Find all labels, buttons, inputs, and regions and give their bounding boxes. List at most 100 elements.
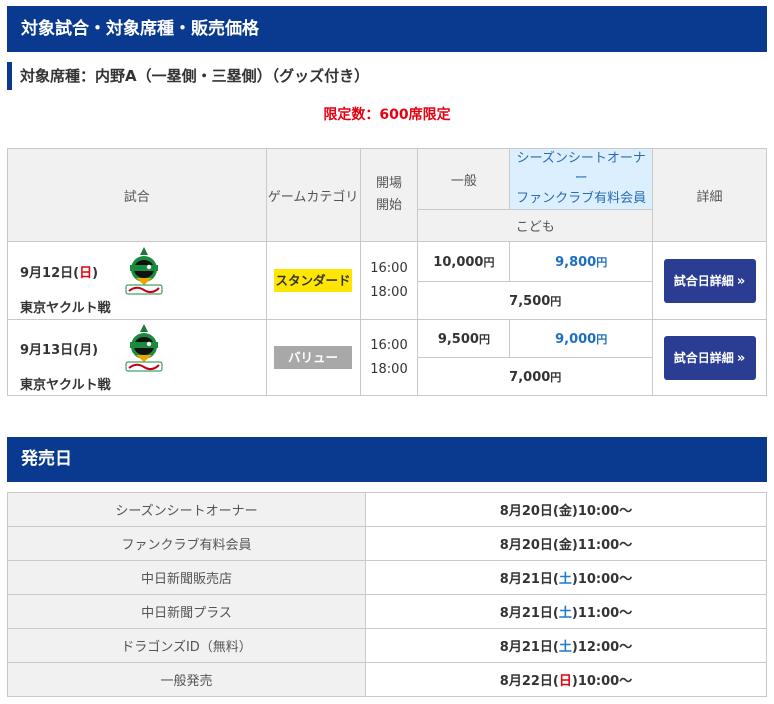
th-general: 一般 (417, 148, 511, 210)
sales-table: シーズンシートオーナー 8月20日(金)10:00～ ファンクラブ有料会員 8月… (7, 492, 767, 697)
price-child: 7,500円 (417, 281, 654, 320)
price-general-value: 9,500 (437, 331, 479, 347)
th-time: 開場 開始 (359, 148, 419, 242)
price-member-value: 9,000 (555, 331, 597, 347)
category-badge-value: バリュー (274, 346, 353, 369)
category-cell: スタンダード (265, 241, 361, 320)
sales-date-prefix: 8月20日( (499, 504, 559, 519)
price-child-value: 7,500 (509, 293, 551, 309)
game-cell: 9月12日(日) 東京ヤクルト戦 (7, 241, 267, 320)
price-general: 9,500円 (417, 319, 511, 358)
section-title-sales: 発売日 (7, 437, 767, 482)
sales-date-suffix: )11:00～ (571, 606, 633, 621)
th-detail: 詳細 (652, 148, 767, 242)
th-member: シーズンシートオーナー ファンクラブ有料会員 (509, 148, 654, 210)
game-detail-button-label: 試合日詳細 (673, 273, 734, 288)
game-cell: 9月13日(月) 東京ヤクルト戦 (7, 319, 267, 396)
game-date-suffix: ) (92, 265, 99, 281)
double-chevron-right-icon: » (736, 273, 746, 289)
th-time-open: 開場 (375, 176, 402, 191)
yen-unit: 円 (596, 255, 608, 269)
th-member-line1: シーズンシートオーナー (516, 151, 646, 186)
sales-date-prefix: 8月20日( (499, 538, 559, 553)
game-detail-button-label: 試合日詳細 (673, 350, 734, 365)
open-time: 16:00 (370, 337, 408, 353)
sales-date: 8月21日(土)10:00～ (365, 560, 767, 595)
game-date-prefix: 9月13日( (20, 342, 80, 358)
sales-row: ファンクラブ有料会員 8月20日(金)11:00～ (7, 526, 767, 561)
th-category: ゲームカテゴリ (265, 148, 361, 242)
time-cell: 16:00 18:00 (359, 241, 419, 320)
th-member-line2: ファンクラブ有料会員 (516, 191, 647, 206)
sales-date: 8月20日(金)11:00～ (365, 526, 767, 561)
sales-date: 8月20日(金)10:00～ (365, 492, 767, 527)
sales-date-prefix: 8月22日( (499, 674, 559, 689)
swallows-logo-icon (125, 247, 163, 295)
game-date: 9月12日(日) (20, 262, 120, 281)
sales-day: 土 (558, 606, 572, 621)
start-time: 18:00 (370, 284, 408, 300)
price-child: 7,000円 (417, 357, 654, 396)
sales-label: 中日新聞販売店 (7, 560, 366, 595)
th-child: こども (417, 209, 654, 242)
sales-row: 中日新聞販売店 8月21日(土)10:00～ (7, 560, 767, 595)
sales-day: 金 (558, 538, 572, 553)
opponent: 東京ヤクルト戦 (20, 301, 111, 316)
sales-date-suffix: )10:00～ (571, 572, 633, 587)
sales-label: 中日新聞プラス (7, 594, 366, 629)
time-cell: 16:00 18:00 (359, 319, 419, 396)
yen-unit: 円 (550, 294, 562, 308)
th-game: 試合 (7, 148, 267, 242)
sales-date-suffix: )10:00～ (571, 674, 633, 689)
sales-row: ドラゴンズID（無料） 8月21日(土)12:00～ (7, 628, 767, 663)
sales-date-prefix: 8月21日( (499, 606, 559, 621)
opponent: 東京ヤクルト戦 (20, 378, 111, 393)
sales-day: 金 (558, 504, 572, 519)
th-time-start: 開始 (375, 198, 402, 213)
yen-unit: 円 (478, 332, 490, 346)
page: 対象試合・対象席種・販売価格 対象席種：内野A（一塁側・三塁側）（グッズ付き） … (0, 0, 774, 704)
sales-row: シーズンシートオーナー 8月20日(金)10:00～ (7, 492, 767, 527)
seat-type-heading: 対象席種：内野A（一塁側・三塁側）（グッズ付き） (7, 62, 369, 90)
sales-row: 中日新聞プラス 8月21日(土)11:00～ (7, 594, 767, 629)
game-date-suffix: ) (92, 342, 99, 358)
sales-day: 日 (558, 674, 572, 689)
section-title-games: 対象試合・対象席種・販売価格 (7, 6, 767, 52)
detail-cell: 試合日詳細» (652, 319, 767, 396)
open-time: 16:00 (370, 260, 408, 276)
yen-unit: 円 (550, 370, 562, 384)
game-detail-button[interactable]: 試合日詳細» (663, 258, 756, 303)
games-table: 試合 ゲームカテゴリ 開場 開始 一般 シーズンシートオーナー ファンクラブ有料… (7, 148, 767, 396)
sales-date: 8月22日(日)10:00～ (365, 662, 767, 697)
limit-notice: 限定数：600席限定 (323, 107, 451, 123)
sales-day: 土 (558, 640, 572, 655)
game-date: 9月13日(月) (20, 339, 120, 358)
sales-label: 一般発売 (7, 662, 366, 697)
sales-day: 土 (558, 572, 572, 587)
sales-date-suffix: )10:00～ (571, 504, 633, 519)
category-cell: バリュー (265, 319, 361, 396)
swallows-logo-icon (125, 324, 163, 372)
game-date-prefix: 9月12日( (20, 265, 80, 281)
sales-label: ドラゴンズID（無料） (7, 628, 366, 663)
sales-label: シーズンシートオーナー (7, 492, 366, 527)
sales-date-suffix: )11:00～ (571, 538, 633, 553)
price-member-value: 9,800 (555, 254, 597, 270)
sales-date-prefix: 8月21日( (499, 572, 559, 587)
price-child-value: 7,000 (509, 369, 551, 385)
sales-label: ファンクラブ有料会員 (7, 526, 366, 561)
detail-cell: 試合日詳細» (652, 241, 767, 320)
game-day: 月 (79, 342, 93, 358)
double-chevron-right-icon: » (736, 350, 746, 366)
sales-date: 8月21日(土)12:00～ (365, 628, 767, 663)
price-general-value: 10,000 (433, 254, 484, 270)
game-detail-button[interactable]: 試合日詳細» (663, 335, 756, 380)
sales-date: 8月21日(土)11:00～ (365, 594, 767, 629)
sales-date-prefix: 8月21日( (499, 640, 559, 655)
game-day: 日 (79, 265, 93, 281)
yen-unit: 円 (596, 332, 608, 346)
start-time: 18:00 (370, 361, 408, 377)
price-member: 9,000円 (509, 319, 654, 358)
price-general: 10,000円 (417, 241, 511, 282)
price-member: 9,800円 (509, 241, 654, 282)
